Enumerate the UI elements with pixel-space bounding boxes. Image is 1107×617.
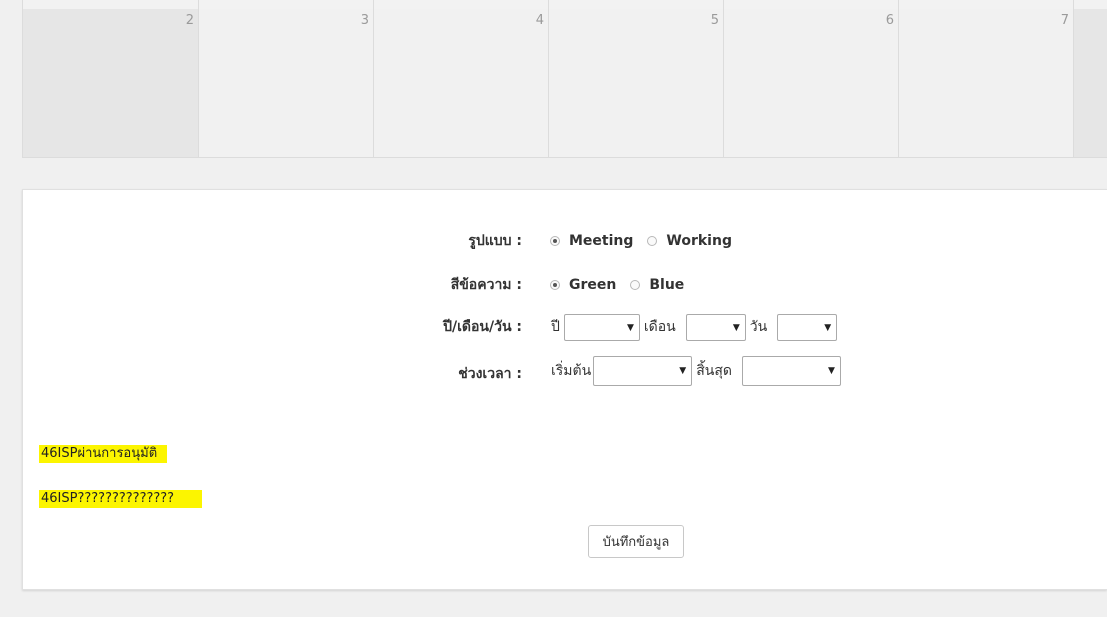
working-option-label[interactable]: Working: [666, 233, 732, 249]
chevron-down-icon: ▼: [828, 366, 835, 376]
type-row: รูปแบบ : Meeting Working: [23, 229, 1107, 253]
calendar-day-number: 5: [710, 13, 719, 28]
calendar-grid: 2 3 4 5 6 7: [22, 0, 1107, 158]
calendar-divider: [1073, 0, 1074, 9]
chevron-down-icon: ▼: [824, 322, 832, 333]
calendar-day-cell[interactable]: 4: [374, 9, 549, 157]
time-label: ช่วงเวลา :: [458, 366, 522, 382]
calendar-divider: [198, 0, 199, 9]
calendar-day-number: 4: [535, 13, 544, 28]
blue-option-label[interactable]: Blue: [649, 277, 684, 293]
date-label: ปี/เดือน/วัน :: [443, 319, 522, 335]
month-select[interactable]: ▼: [685, 313, 746, 341]
year-label: ปี: [551, 319, 560, 335]
color-label: สีข้อความ :: [450, 277, 522, 293]
month-label: เดือน: [643, 319, 676, 335]
date-row: ปี/เดือน/วัน : ปี ▼ เดือน ▼ วัน ▼: [23, 312, 1107, 342]
chevron-down-icon: ▼: [626, 322, 634, 333]
day-label: วัน: [749, 319, 768, 335]
green-radio[interactable]: [550, 280, 560, 290]
time-row: ช่วงเวลา : เริ่มต้น ▼ สิ้นสุด ▼: [23, 356, 1107, 386]
year-select[interactable]: ▼: [563, 313, 640, 341]
calendar-day-number: 6: [885, 13, 894, 28]
chevron-down-icon: ▼: [679, 366, 687, 376]
calendar-day-cell[interactable]: 6: [724, 9, 899, 157]
day-select[interactable]: ▼: [777, 313, 838, 341]
type-label: รูปแบบ :: [468, 233, 522, 249]
end-label: สิ้นสุด: [696, 363, 732, 379]
green-option-label[interactable]: Green: [569, 277, 616, 293]
calendar-day-number: 7: [1060, 13, 1069, 28]
blue-radio[interactable]: [630, 280, 641, 290]
highlighted-note: 46ISPผ่านการอนุมัติ: [39, 445, 168, 463]
calendar-divider: [898, 0, 899, 9]
calendar-day-cell[interactable]: 3: [199, 9, 374, 157]
color-row: สีข้อความ : Green Blue: [23, 273, 1107, 297]
start-time-select[interactable]: ▼: [593, 356, 693, 386]
calendar-day-number: 3: [360, 13, 369, 28]
calendar-day-cell[interactable]: 2: [23, 9, 199, 157]
chevron-down-icon: ▼: [732, 322, 740, 333]
end-time-select[interactable]: ▼: [741, 356, 841, 386]
meeting-radio[interactable]: [550, 236, 560, 246]
working-radio[interactable]: [647, 236, 658, 246]
calendar-divider: [723, 0, 724, 9]
start-label: เริ่มต้น: [551, 363, 592, 379]
highlighted-note: 46ISP??????????????: [39, 490, 203, 508]
calendar-divider: [373, 0, 374, 9]
save-button[interactable]: บันทึกข้อมูล: [588, 525, 684, 558]
event-form-panel: รูปแบบ : Meeting Working สีข้อความ : Gre…: [22, 189, 1107, 590]
calendar-day-cell[interactable]: 5: [549, 9, 724, 157]
calendar-day-cell[interactable]: [1074, 9, 1107, 157]
calendar-day-number: 2: [185, 13, 194, 28]
calendar-day-cell[interactable]: 7: [899, 9, 1074, 157]
calendar-divider: [548, 0, 549, 9]
meeting-option-label[interactable]: Meeting: [569, 233, 633, 249]
